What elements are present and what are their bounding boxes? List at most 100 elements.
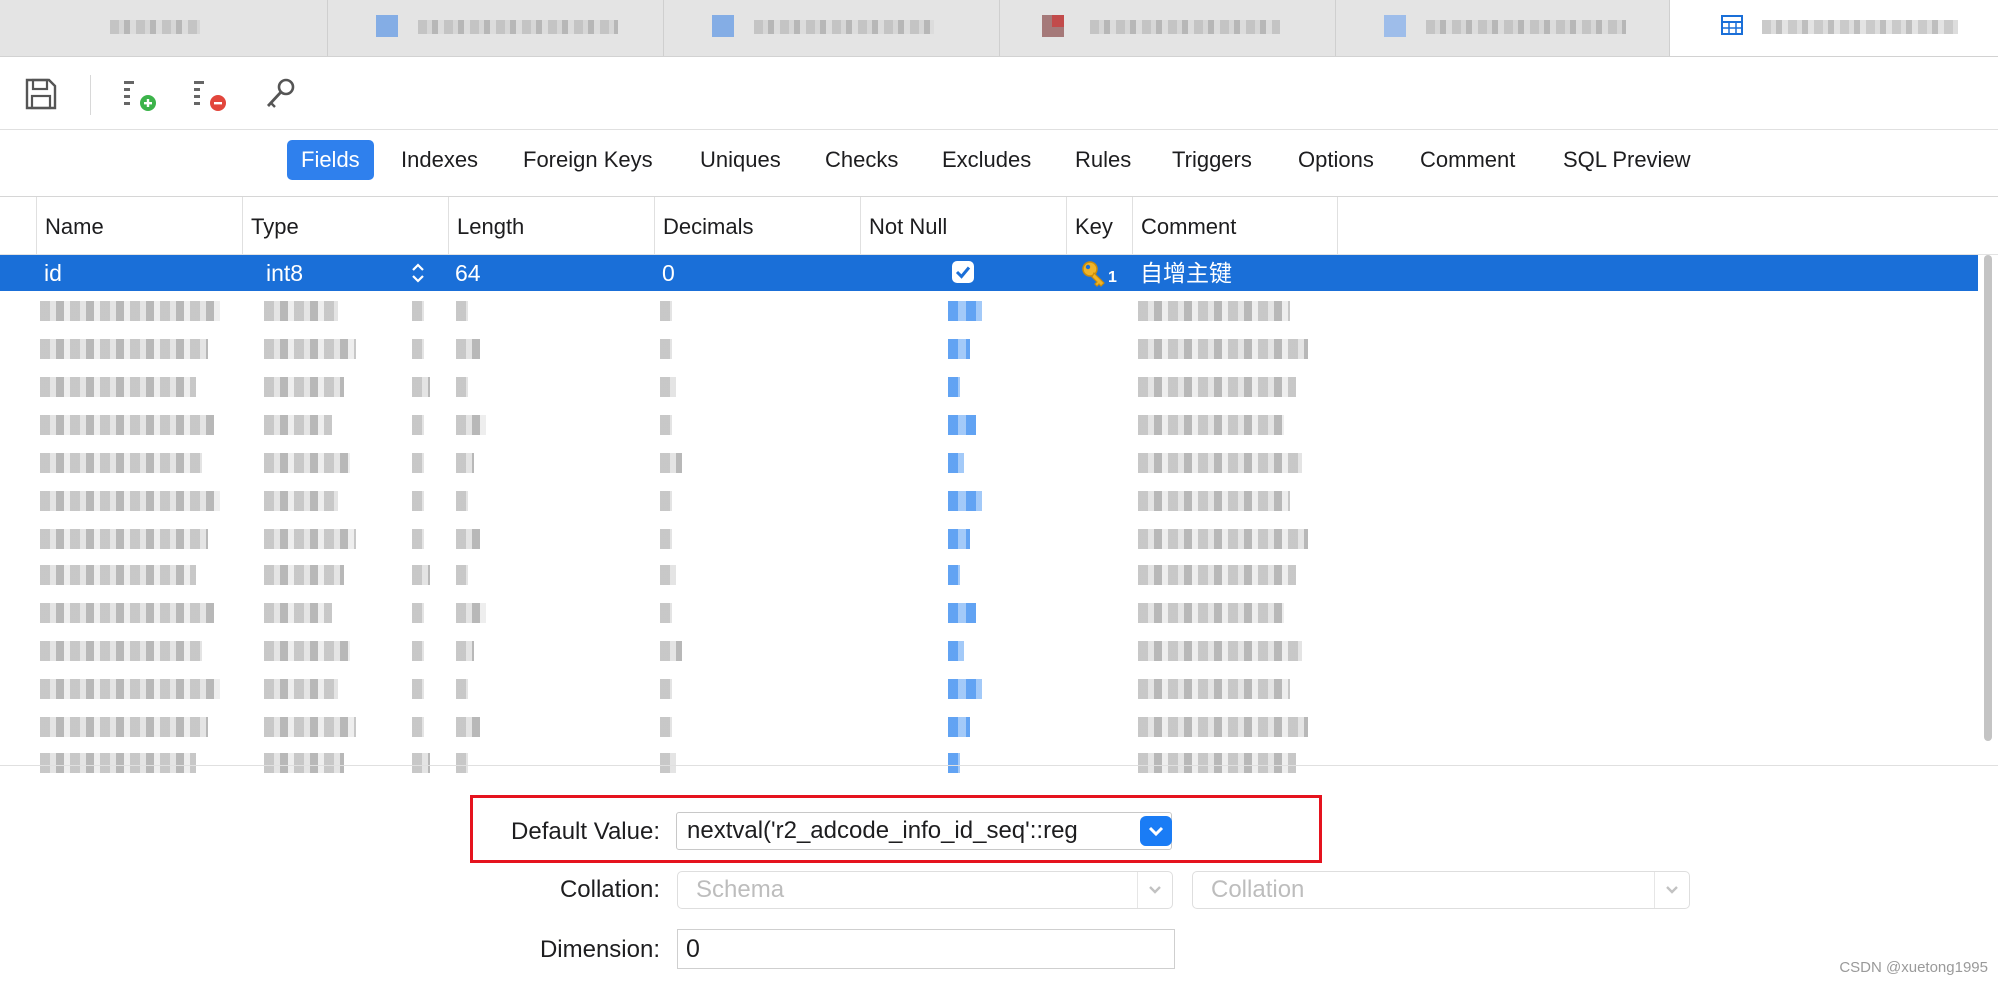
blurred-row[interactable]: [0, 600, 1978, 626]
toolbar-separator: [90, 75, 91, 115]
blurred-row[interactable]: [0, 450, 1978, 476]
blurred-tab-title: [1762, 20, 1958, 34]
add-field-icon[interactable]: [122, 75, 160, 113]
save-icon[interactable]: [22, 75, 60, 113]
column-header-length[interactable]: Length: [448, 197, 654, 254]
blurred-tab-title: [418, 20, 618, 34]
tab-options[interactable]: Options: [1284, 140, 1388, 180]
tab-rules[interactable]: Rules: [1061, 140, 1145, 180]
vertical-scrollbar[interactable]: [1984, 255, 1992, 741]
window-tab[interactable]: [664, 0, 1000, 56]
default-value-dropdown-button[interactable]: [1140, 816, 1172, 846]
primary-key-icon[interactable]: [262, 75, 300, 113]
blurred-cell: [264, 679, 338, 699]
key-order: 1: [1108, 269, 1117, 286]
tab-comment[interactable]: Comment: [1406, 140, 1529, 180]
field-row-selected[interactable]: id int8 64 0 1 自增主键: [0, 255, 1978, 291]
column-header-comment[interactable]: Comment: [1132, 197, 1338, 254]
tab-checks[interactable]: Checks: [811, 140, 912, 180]
blurred-cell: [40, 339, 208, 359]
blurred-cell: [660, 529, 672, 549]
blurred-cell: [948, 491, 982, 511]
blurred-cell: [948, 377, 960, 397]
blurred-row[interactable]: [0, 676, 1978, 702]
blurred-cell: [660, 301, 672, 321]
default-value-input[interactable]: nextval('r2_adcode_info_id_seq'::reg: [676, 812, 1172, 850]
type-stepper-icon[interactable]: [410, 262, 426, 284]
schema-chevron[interactable]: [1137, 872, 1172, 908]
blurred-cell: [456, 753, 468, 773]
field-comment[interactable]: 自增主键: [1140, 255, 1232, 291]
watermark: CSDN @xuetong1995: [1839, 959, 1988, 976]
blurred-row[interactable]: [0, 526, 1978, 552]
blurred-row[interactable]: [0, 298, 1978, 324]
collation-select[interactable]: Collation: [1192, 871, 1690, 909]
window-tab[interactable]: [1336, 0, 1670, 56]
tab-triggers[interactable]: Triggers: [1158, 140, 1266, 180]
design-tabs: Fields Indexes Foreign Keys Uniques Chec…: [0, 130, 1998, 197]
blurred-row[interactable]: [0, 488, 1978, 514]
blurred-cell: [40, 529, 208, 549]
dimension-input[interactable]: 0: [677, 929, 1175, 969]
schema-select[interactable]: Schema: [677, 871, 1173, 909]
tab-sql-preview[interactable]: SQL Preview: [1549, 140, 1705, 180]
blurred-cell: [1138, 717, 1308, 737]
blurred-cell: [1138, 491, 1290, 511]
blurred-row[interactable]: [0, 750, 1978, 776]
window-tab-active[interactable]: [1670, 0, 1998, 56]
blurred-cell: [1138, 753, 1296, 773]
blurred-cell: [264, 339, 356, 359]
window-tab[interactable]: [1000, 0, 1336, 56]
tab-excludes[interactable]: Excludes: [928, 140, 1045, 180]
field-decimals[interactable]: 0: [662, 255, 675, 291]
table-design-icon: [1721, 15, 1743, 35]
tab-indexes[interactable]: Indexes: [387, 140, 492, 180]
tab-fields[interactable]: Fields: [287, 140, 374, 180]
field-name[interactable]: id: [44, 255, 62, 291]
tab-foreign-keys[interactable]: Foreign Keys: [509, 140, 667, 180]
collation-chevron[interactable]: [1654, 872, 1689, 908]
blurred-cell: [264, 603, 332, 623]
blurred-cell: [660, 415, 672, 435]
blurred-row[interactable]: [0, 714, 1978, 740]
blurred-cell: [40, 641, 202, 661]
blurred-cell: [412, 603, 424, 623]
blurred-row[interactable]: [0, 374, 1978, 400]
blurred-cell: [40, 301, 220, 321]
blurred-row[interactable]: [0, 562, 1978, 588]
not-null-checkbox[interactable]: [952, 261, 974, 283]
field-type[interactable]: int8: [266, 255, 303, 291]
field-length[interactable]: 64: [455, 255, 481, 291]
blurred-cell: [948, 415, 976, 435]
blurred-tab-title: [110, 20, 200, 34]
collation-label: Collation:: [559, 876, 660, 903]
blurred-cell: [1138, 301, 1290, 321]
delete-field-icon[interactable]: [192, 75, 230, 113]
blurred-cell: [1138, 565, 1296, 585]
column-header-decimals[interactable]: Decimals: [654, 197, 860, 254]
blurred-cell: [264, 453, 350, 473]
blurred-row[interactable]: [0, 638, 1978, 664]
blurred-cell: [264, 529, 356, 549]
blurred-cell: [412, 753, 430, 773]
blurred-cell: [456, 603, 486, 623]
grid-divider: [0, 765, 1998, 766]
blurred-row[interactable]: [0, 412, 1978, 438]
blurred-cell: [660, 603, 672, 623]
blurred-row[interactable]: [0, 336, 1978, 362]
blurred-cell: [948, 717, 970, 737]
column-header-type[interactable]: Type: [242, 197, 448, 254]
column-header-not-null[interactable]: Not Null: [860, 197, 1066, 254]
collation-placeholder: Collation: [1211, 876, 1305, 903]
blurred-cell: [456, 717, 480, 737]
blurred-cell: [948, 529, 970, 549]
blurred-cell: [40, 565, 196, 585]
blurred-cell: [1138, 603, 1284, 623]
tab-uniques[interactable]: Uniques: [686, 140, 795, 180]
column-header-name[interactable]: Name: [36, 197, 242, 254]
window-tab[interactable]: [0, 0, 328, 56]
column-header-key[interactable]: Key: [1066, 197, 1132, 254]
blurred-cell: [412, 529, 424, 549]
window-tab[interactable]: [328, 0, 664, 56]
blurred-cell: [40, 453, 202, 473]
